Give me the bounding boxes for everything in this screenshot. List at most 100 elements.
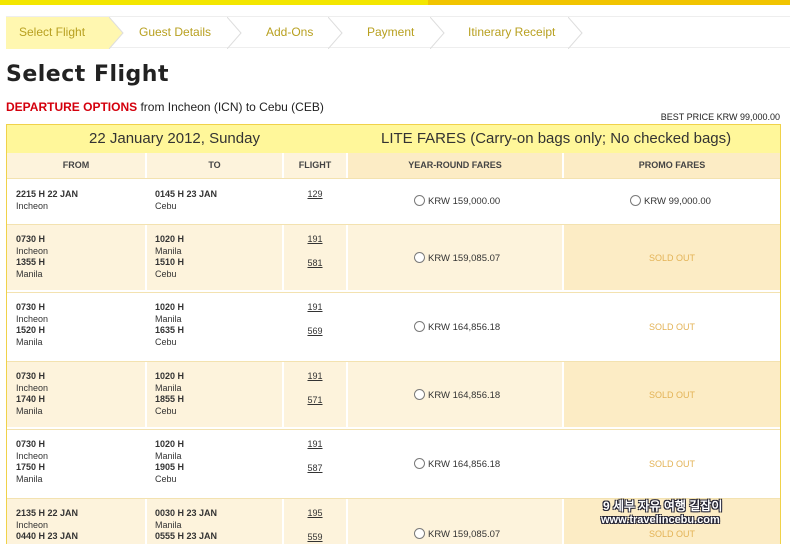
step-guest-details[interactable]: Guest Details [139,17,211,49]
year-round-fare-option[interactable]: KRW 164,856.18 [414,457,500,471]
arrival-time: 1020 H [155,234,185,244]
watermark-line1: 9 세부 자유 여행 길잡이 [603,499,723,513]
departure-city: Manila [16,336,43,347]
step-itinerary-receipt[interactable]: Itinerary Receipt [468,17,555,49]
flight-number-link[interactable]: 191 [284,234,346,246]
table-row: 0730 H Incheon 1740 H Manila 1020 H Manila 185… [7,361,780,427]
arrival-time: 1855 H [155,394,185,404]
chevron-right-icon [568,17,583,49]
year-round-fare-option[interactable]: KRW 164,856.18 [414,320,501,334]
flight-number-link[interactable]: 191 [284,302,346,314]
departure-city: Incheon [16,382,49,393]
arrival-city: Manila [155,313,182,324]
arrival-city: Cebu [155,268,177,279]
departure-time: 2135 H 22 JAN [16,508,79,518]
flight-number-link[interactable]: 569 [284,326,346,338]
year-round-fare-option[interactable]: KRW 164,856.18 [414,389,500,402]
step-add-ons[interactable]: Add-Ons [266,17,313,49]
departure-time: 0730 H [16,234,46,244]
to-cell: 1020 H Manila 1510 H Cebu [147,225,282,290]
flight-number-link[interactable]: 559 [284,532,346,544]
fare-price: KRW 164,856.18 [428,321,501,333]
arrival-time: 1510 H [155,257,185,267]
flight-cell: 191 581 [284,225,346,290]
arrival-city: Manila [155,450,182,461]
year-round-fare-cell: KRW 159,085.07 [348,499,562,544]
arrival-time: 0030 H 23 JAN [155,508,218,518]
arrival-time: 1905 H [155,462,185,472]
year-round-fare-cell: KRW 164,856.18 [348,293,562,359]
promo-fare-cell: SOLD OUT [564,293,780,359]
departure-time: 0730 H [16,302,46,312]
departure-city: Incheon [16,245,49,256]
to-cell: 0030 H 23 JAN Manila 0555 H 23 JAN [147,499,282,544]
radio-button[interactable] [414,457,425,469]
to-cell: 1020 H Manila 1905 H Cebu [147,430,282,496]
departure-city: Incheon [16,450,49,461]
promo-fare-cell: KRW 99,000.00 [564,179,780,222]
arrival-city: Manila [155,245,182,256]
sold-out-label: SOLD OUT [648,321,695,332]
top-strip-accent [428,0,790,5]
departure-city: Incheon [16,313,49,324]
flight-cell: 191 569 [284,293,346,359]
radio-button[interactable] [414,320,425,332]
year-round-fare-option[interactable]: KRW 159,085.07 [414,252,500,265]
promo-fare-cell: SOLD OUT [564,430,780,496]
from-cell: 0730 H Incheon 1355 H Manila [7,225,145,290]
from-cell: 2135 H 22 JAN Incheon 0440 H 23 JAN [7,499,145,544]
promo-fare-cell: SOLD OUT [564,225,780,290]
departure-options-label: DEPARTURE OPTIONS [6,100,138,114]
flight-number-link[interactable]: 587 [284,463,346,475]
col-header-flight: FLIGHT [284,153,346,178]
radio-button[interactable] [414,389,425,400]
step-select-flight[interactable]: Select Flight [6,17,109,49]
promo-fare-option[interactable]: KRW 99,000.00 [630,195,711,208]
flight-number-link[interactable]: 191 [284,371,346,383]
radio-button[interactable] [414,528,425,539]
arrival-city: Cebu [155,473,177,484]
table-row: 2215 H 22 JAN Incheon 0145 H 23 JAN Cebu 129… [7,178,780,222]
fare-price: KRW 159,000.00 [428,196,501,207]
departure-time: 0730 H [16,371,46,381]
from-cell: 0730 H Incheon 1750 H Manila [7,430,145,496]
departure-city: Incheon [16,200,49,211]
table-row: 0730 H Incheon 1750 H Manila 1020 H Manila 190… [7,429,780,496]
sold-out-label: SOLD OUT [648,529,695,539]
arrival-city: Cebu [155,200,177,211]
col-header-to: TO [147,153,282,178]
arrival-time: 0555 H 23 JAN [155,531,218,541]
departure-time: 1750 H [16,462,46,472]
arrival-time: 1635 H [155,325,185,335]
flight-cell: 195 559 [284,499,346,544]
year-round-fare-cell: KRW 159,000.00 [348,179,562,222]
to-cell: 1020 H Manila 1635 H Cebu [147,293,282,359]
step-payment[interactable]: Payment [367,17,414,49]
flight-number-link[interactable]: 129 [284,189,346,201]
year-round-fare-option[interactable]: KRW 159,000.00 [414,195,500,208]
flight-number-link[interactable]: 195 [284,508,346,520]
best-price: BEST PRICE KRW 99,000.00 [660,112,780,122]
travel-date: 22 January 2012, Sunday [89,130,260,147]
radio-button[interactable] [630,195,641,206]
from-cell: 0730 H Incheon 1740 H Manila [7,362,145,427]
flight-number-link[interactable]: 571 [284,395,346,407]
arrival-city: Manila [155,519,182,530]
departure-options: DEPARTURE OPTIONS from Incheon (ICN) to … [6,100,324,114]
year-round-fare-option[interactable]: KRW 159,085.07 [414,528,500,541]
chevron-right-icon [109,17,124,49]
flight-number-link[interactable]: 191 [284,439,346,451]
radio-button[interactable] [414,252,425,263]
flight-number-link[interactable]: 581 [284,258,346,270]
fare-type-header: LITE FARES (Carry-on bags only; No check… [381,130,732,147]
departure-time: 0440 H 23 JAN [16,531,79,541]
col-header-year-round: YEAR-ROUND FARES [348,153,562,178]
fare-price: KRW 99,000.00 [644,196,711,207]
arrival-time: 1020 H [155,371,185,381]
chevron-right-icon [430,17,445,49]
arrival-city: Cebu [155,336,177,347]
departure-time: 1520 H [16,325,46,335]
sold-out-label: SOLD OUT [648,390,695,400]
fare-price: KRW 159,085.07 [428,253,501,264]
radio-button[interactable] [414,195,425,206]
